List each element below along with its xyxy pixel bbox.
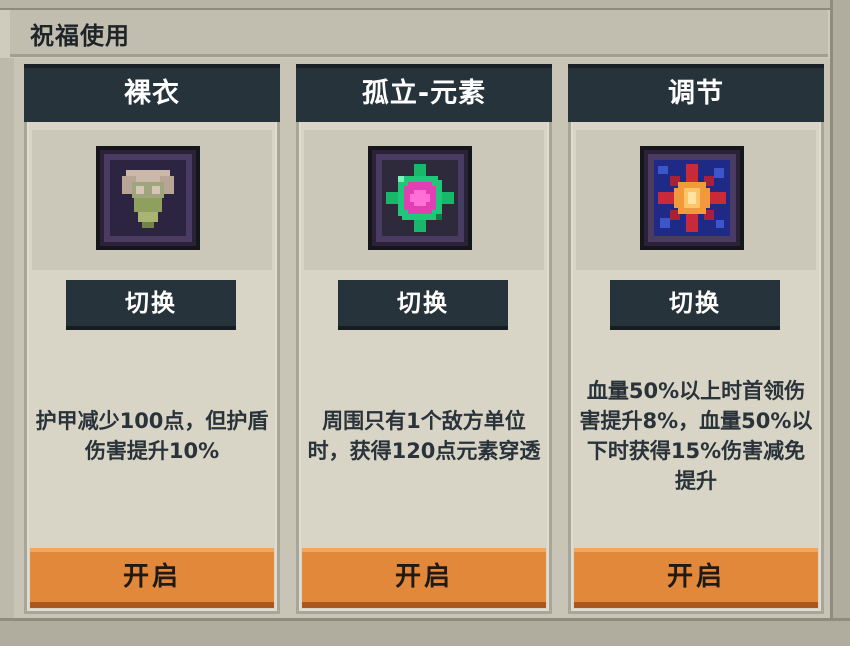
blessing-description: 护甲减少100点，但护盾伤害提升10%	[35, 409, 269, 463]
blessing-card-1: 裸衣 切换 护甲减少100点，但护盾伤害提升10% 开启	[24, 64, 280, 614]
burst-star-icon	[640, 146, 744, 250]
right-border	[830, 0, 850, 643]
open-button[interactable]: 开启	[30, 548, 274, 608]
switch-button[interactable]: 切换	[610, 280, 780, 330]
blessing-card-3: 调节 切换 血量50%以上时首领伤害提升8%，血量50%以下时获得15%伤害减免…	[568, 64, 824, 614]
header-bar: 祝福使用	[10, 10, 828, 57]
page-title: 祝福使用	[30, 22, 130, 50]
open-button[interactable]: 开启	[302, 548, 546, 608]
blessing-description: 血量50%以上时首领伤害提升8%，血量50%以下时获得15%伤害减免提升	[579, 379, 813, 493]
blessing-card-2: 孤立-元素 切换 周围只有1个敌方单位时，获得120点元素穿透 开启	[296, 64, 552, 614]
bottom-border	[0, 618, 850, 646]
card-title: 调节	[568, 64, 824, 122]
card-title: 裸衣	[24, 64, 280, 122]
card-title: 孤立-元素	[296, 64, 552, 122]
open-button[interactable]: 开启	[574, 548, 818, 608]
blessing-window: 祝福使用 裸衣 切换 护甲减少100点，但护盾伤害提升10% 开启 孤立-元素 …	[0, 0, 850, 646]
top-border	[0, 0, 850, 10]
elemental-gem-icon	[368, 146, 472, 250]
armor-shirt-icon	[96, 146, 200, 250]
switch-button[interactable]: 切换	[66, 280, 236, 330]
blessing-description: 周围只有1个敌方单位时，获得120点元素穿透	[307, 409, 541, 463]
switch-button[interactable]: 切换	[338, 280, 508, 330]
left-border	[0, 58, 14, 628]
